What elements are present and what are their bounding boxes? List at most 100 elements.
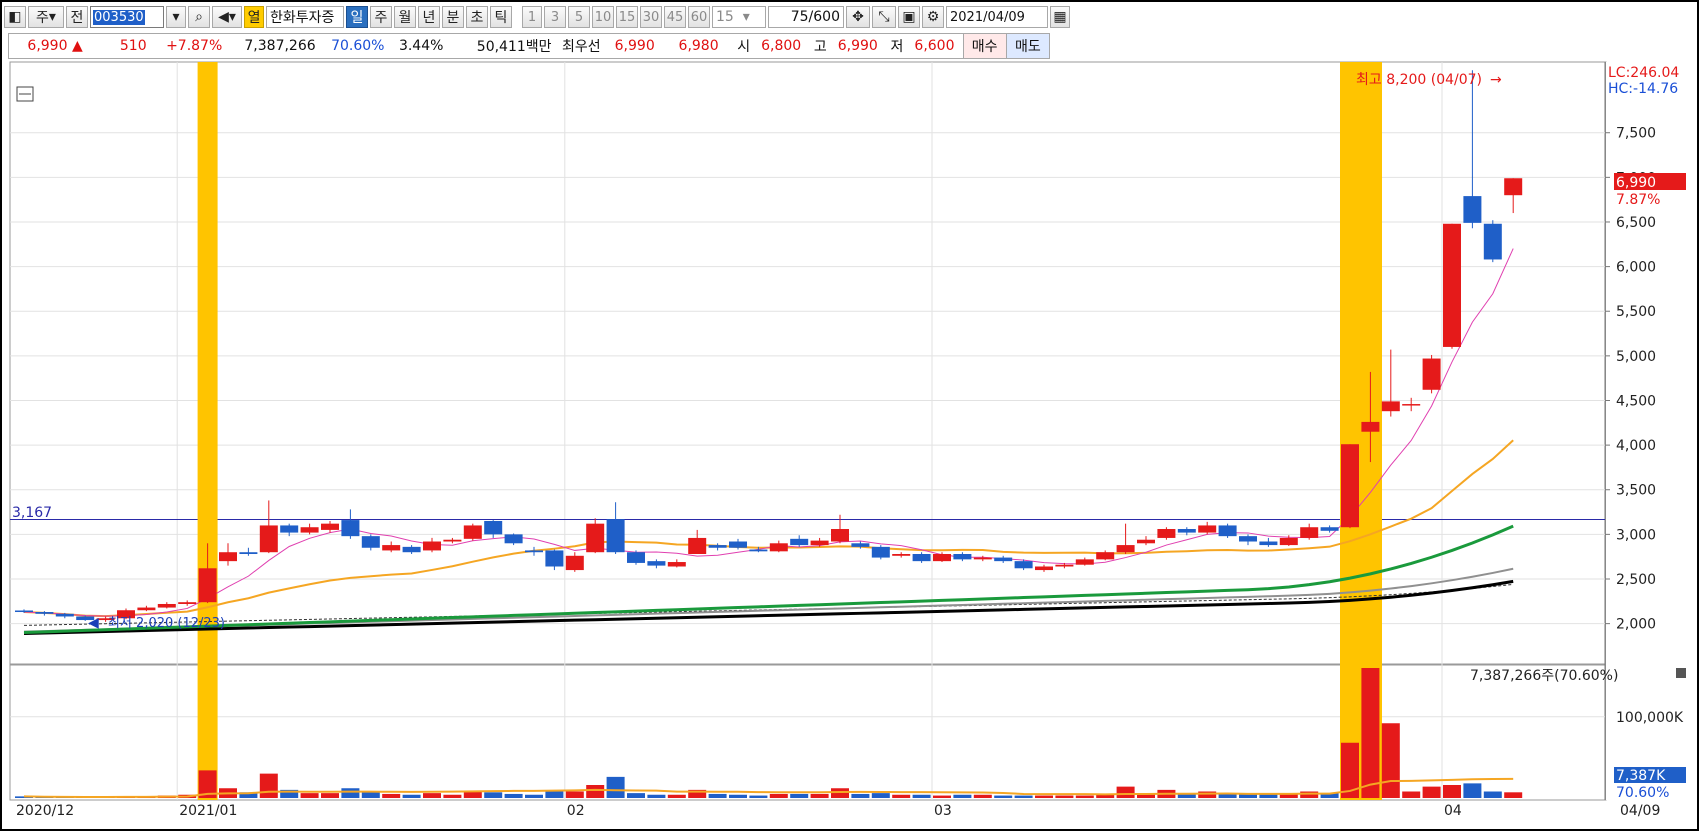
volume-bar [912,794,931,798]
candle-body [892,554,911,556]
price-axis-label: 7,500 [1616,126,1656,142]
candle-body [851,543,870,547]
volume-bar [627,793,645,798]
volume-header: 7,387,266주(70.60%) [1470,668,1618,684]
volume-bar [525,794,543,798]
volume-bar [973,794,992,798]
volume-bar [790,793,809,798]
volume-bar [1402,791,1421,798]
price-axis-label: 5,500 [1616,304,1656,320]
candle-body [1239,536,1257,542]
volume-bar [1035,795,1053,798]
volume-bar [586,785,605,798]
candle-body [606,519,625,553]
candle-body [749,549,768,552]
price-tag-value: 6,990 [1616,175,1656,191]
x-axis-label: 04/09 [1620,803,1660,819]
candle-body [1361,421,1380,432]
candle-body [1279,537,1298,546]
event-highlight-band [197,62,218,800]
price-axis-label: 3,000 [1616,527,1656,543]
price-axis-label: 6,000 [1616,260,1656,276]
candle-body [1116,545,1135,553]
candle-body [565,555,584,571]
candle-body [708,545,727,548]
volume-bar [361,792,380,798]
hline-label: 3,167 [12,505,52,521]
price-axis-label: 5,000 [1616,349,1656,365]
x-axis-label: 2021/01 [179,803,237,819]
candle-body [1483,223,1502,260]
hc-label: HC:-14.76 [1608,81,1678,97]
price-axis-label: 2,000 [1616,617,1656,633]
volume-bar [321,793,339,798]
candle-body [1198,525,1217,533]
candle-body [321,523,339,530]
volume-bar [831,788,849,798]
volume-bar [1443,785,1461,798]
volume-axis-label: 100,000K [1616,710,1684,726]
volume-bar [259,773,278,798]
vol-pct-tag-value: 70.60% [1616,785,1669,801]
x-axis-label: 2020/12 [16,803,74,819]
candle-body [688,537,707,555]
candle-body [1014,561,1033,569]
pct-tag-value: 7.87% [1616,192,1660,208]
price-axis-label: 6,500 [1616,215,1656,231]
price-axis-label: 4,000 [1616,438,1656,454]
candle-body [15,610,33,613]
price-axis-label: 2,500 [1616,572,1656,588]
volume-bar [1116,786,1135,798]
volume-bar [729,794,747,798]
volume-bar [402,794,421,798]
candle-body [219,552,237,562]
candle-body [790,538,809,546]
volume-bar [382,793,401,798]
low-marker-arrow-icon: ◀ [88,615,99,631]
candle-body [259,525,278,553]
volume-bar [647,794,666,798]
price-chart[interactable]: 7,5007,0006,5006,0005,5005,0004,5004,000… [0,0,1699,831]
candle-body [810,540,829,546]
volume-bar [708,793,727,798]
candle-body [280,525,299,533]
candle-body [239,552,258,555]
candle-body [137,607,156,611]
candle-body [871,546,890,558]
candle-body [463,525,482,539]
volume-bar [1300,791,1319,798]
volume-bar [769,793,788,798]
vol-tag-value: 7,387K [1616,768,1666,784]
candle-body [545,550,564,567]
candle-body [1075,559,1094,565]
volume-bar [810,793,829,798]
candle-body [361,536,380,548]
volume-bar [1463,783,1482,798]
candle-body [402,546,421,553]
volume-bar [1075,795,1094,798]
candle-body [35,612,54,614]
candle-body [933,554,951,562]
volume-bar [871,793,890,798]
volume-bar [484,792,503,798]
candle-body [831,529,849,542]
candle-body [1300,527,1319,538]
volume-bar [667,794,686,798]
candle-body [994,557,1013,562]
candle-body [1341,444,1359,528]
volume-close-icon[interactable] [1676,668,1686,678]
candle-body [443,539,462,542]
candle-body [1422,358,1441,390]
candle-body [1443,223,1461,347]
volume-bar [1055,795,1074,798]
low-marker-label: 최저 2,020 (12/23) [108,616,225,631]
candle-body [1157,529,1176,538]
candle-body [198,568,217,603]
volume-bar [1504,792,1523,798]
volume-bar [545,791,564,798]
volume-bar [504,793,523,798]
candle-body [729,541,747,548]
candle-body [627,552,645,563]
x-axis-label: 02 [567,803,585,819]
lc-label: LC:246.04 [1608,65,1679,81]
